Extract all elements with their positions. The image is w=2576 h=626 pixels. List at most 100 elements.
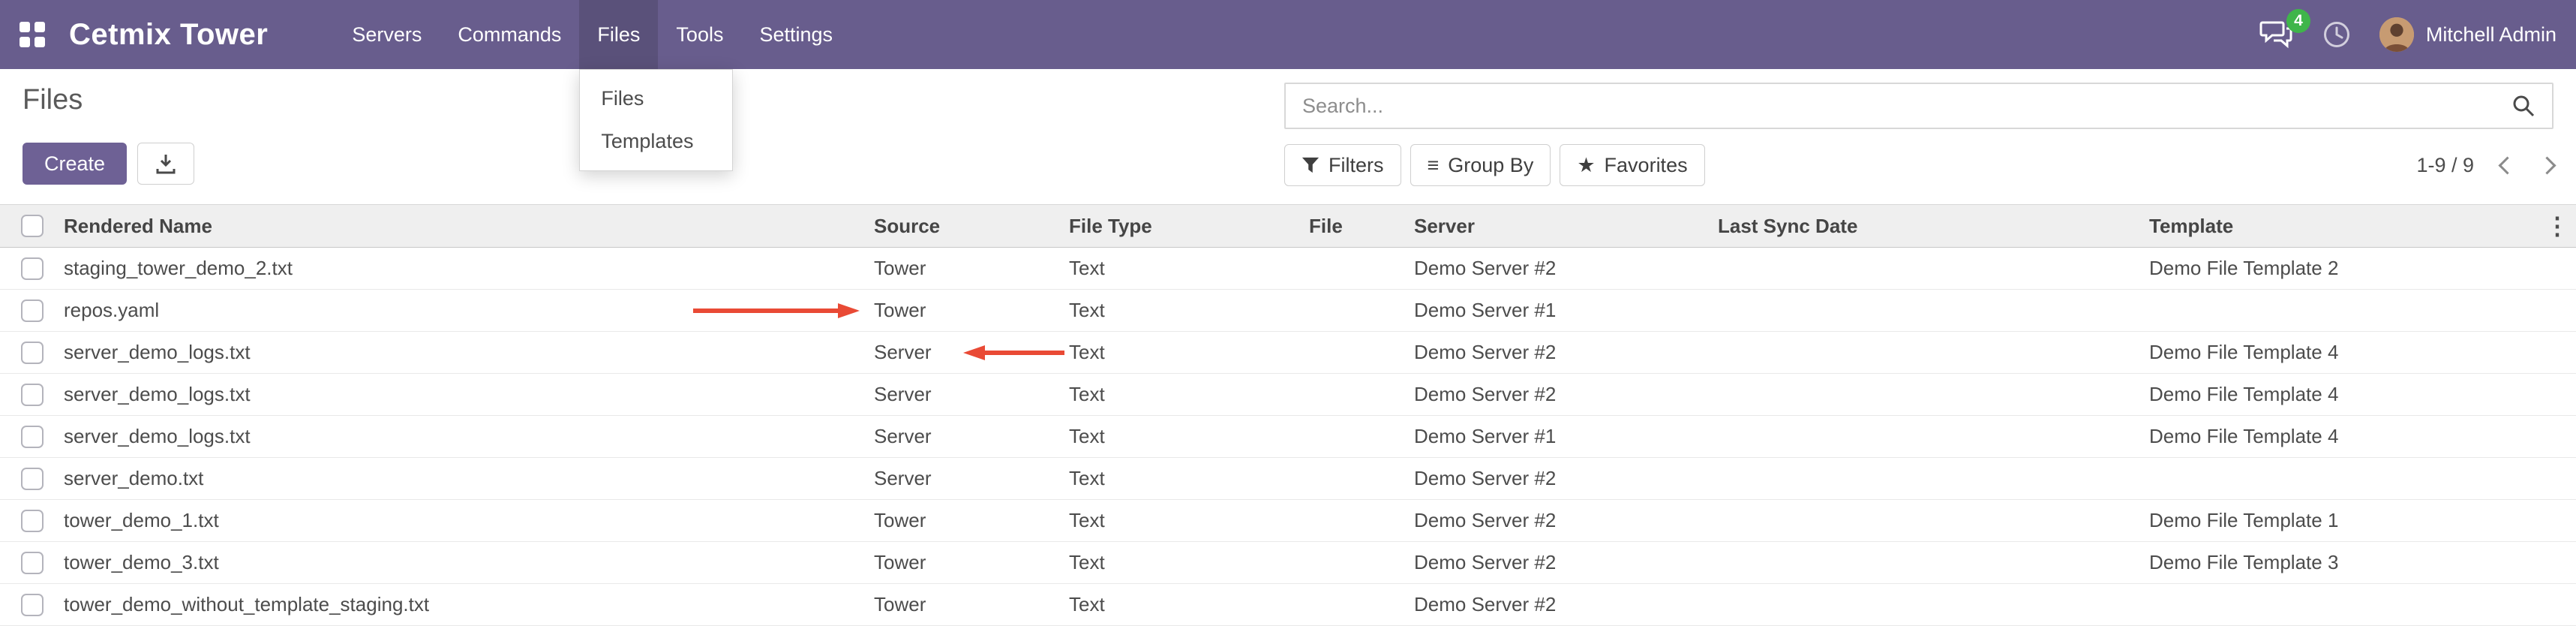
group-by-button[interactable]: ≡ Group By bbox=[1410, 144, 1551, 186]
search-input[interactable] bbox=[1286, 95, 2495, 118]
cell-rendered-name: staging_tower_demo_2.txt bbox=[64, 257, 874, 280]
table-row[interactable]: server_demo_logs.txt Server Text Demo Se… bbox=[0, 332, 2576, 374]
favorites-button[interactable]: ★ Favorites bbox=[1560, 144, 1704, 186]
cell-rendered-name: tower_demo_3.txt bbox=[64, 551, 874, 574]
row-checkbox[interactable] bbox=[21, 426, 44, 448]
table-body: staging_tower_demo_2.txt Tower Text Demo… bbox=[0, 248, 2576, 626]
column-header-last-sync-date[interactable]: Last Sync Date bbox=[1718, 215, 2149, 238]
cell-source: Tower bbox=[874, 257, 1069, 280]
table-row[interactable]: server_demo_logs.txt Server Text Demo Se… bbox=[0, 374, 2576, 416]
cell-source: Tower bbox=[874, 299, 1069, 322]
activities-button[interactable] bbox=[2322, 20, 2351, 49]
messages-button[interactable]: 4 bbox=[2259, 20, 2294, 50]
menu-item-tools[interactable]: Tools bbox=[658, 0, 741, 69]
row-checkbox-cell bbox=[0, 384, 64, 406]
user-menu[interactable]: Mitchell Admin bbox=[2379, 17, 2556, 52]
messages-count-badge: 4 bbox=[2286, 9, 2310, 33]
control-panel-right: Filters ≡ Group By ★ Favorites 1-9 / 9 bbox=[1284, 83, 2553, 204]
cell-file-type: Text bbox=[1069, 467, 1309, 490]
column-header-source[interactable]: Source bbox=[874, 215, 1069, 238]
menu-item-files[interactable]: Files Files Templates bbox=[579, 0, 658, 69]
files-table: Rendered Name Source File Type File Serv… bbox=[0, 204, 2576, 626]
menu-item-commands[interactable]: Commands bbox=[440, 0, 579, 69]
dropdown-item-files[interactable]: Files bbox=[580, 77, 732, 120]
annotation-arrow-right bbox=[690, 299, 861, 323]
cell-file-type: Text bbox=[1069, 299, 1309, 322]
column-header-template[interactable]: Template bbox=[2149, 215, 2538, 238]
table-header: Rendered Name Source File Type File Serv… bbox=[0, 204, 2576, 248]
cell-server: Demo Server #2 bbox=[1414, 509, 1718, 532]
table-row[interactable]: tower_demo_without_template_staging.txt … bbox=[0, 584, 2576, 626]
row-checkbox[interactable] bbox=[21, 342, 44, 364]
apps-grid-icon bbox=[20, 22, 45, 47]
star-icon: ★ bbox=[1577, 154, 1595, 177]
navbar-right-section: 4 Mitchell Admin bbox=[2259, 0, 2556, 69]
cell-source: Tower bbox=[874, 551, 1069, 574]
cell-file-type: Text bbox=[1069, 593, 1309, 616]
cell-rendered-name: server_demo_logs.txt bbox=[64, 341, 874, 364]
cell-server: Demo Server #2 bbox=[1414, 551, 1718, 574]
clock-icon bbox=[2322, 20, 2351, 49]
row-checkbox[interactable] bbox=[21, 552, 44, 574]
filter-icon bbox=[1302, 156, 1320, 174]
cell-template: Demo File Template 3 bbox=[2149, 551, 2576, 574]
row-checkbox[interactable] bbox=[21, 299, 44, 322]
table-row[interactable]: staging_tower_demo_2.txt Tower Text Demo… bbox=[0, 248, 2576, 290]
export-button[interactable] bbox=[137, 143, 194, 185]
search-submit[interactable] bbox=[2495, 94, 2552, 118]
files-list-page: Cetmix Tower Servers Commands Files File… bbox=[0, 0, 2576, 626]
apps-menu-button[interactable] bbox=[20, 0, 45, 69]
cell-rendered-name: server_demo_logs.txt bbox=[64, 383, 874, 406]
filters-button[interactable]: Filters bbox=[1284, 144, 1401, 186]
user-name: Mitchell Admin bbox=[2426, 23, 2556, 47]
row-checkbox-cell bbox=[0, 594, 64, 616]
cell-file-type: Text bbox=[1069, 341, 1309, 364]
cell-server: Demo Server #2 bbox=[1414, 383, 1718, 406]
cell-source: Server bbox=[874, 467, 1069, 490]
dropdown-item-templates[interactable]: Templates bbox=[580, 120, 732, 163]
row-checkbox[interactable] bbox=[21, 384, 44, 406]
column-options-button[interactable]: ⋮ bbox=[2538, 214, 2576, 238]
cell-template: Demo File Template 1 bbox=[2149, 509, 2576, 532]
cell-server: Demo Server #2 bbox=[1414, 467, 1718, 490]
files-dropdown-menu: Files Templates bbox=[579, 69, 733, 171]
cell-file-type: Text bbox=[1069, 383, 1309, 406]
row-checkbox[interactable] bbox=[21, 257, 44, 280]
cell-rendered-name: tower_demo_1.txt bbox=[64, 509, 874, 532]
select-all-checkbox[interactable] bbox=[21, 215, 44, 237]
column-header-server[interactable]: Server bbox=[1414, 215, 1718, 238]
table-row[interactable]: tower_demo_1.txt Tower Text Demo Server … bbox=[0, 500, 2576, 542]
column-header-rendered-name[interactable]: Rendered Name bbox=[64, 215, 874, 238]
select-all-cell bbox=[0, 215, 64, 237]
cell-template: Demo File Template 4 bbox=[2149, 383, 2576, 406]
column-header-file-type[interactable]: File Type bbox=[1069, 215, 1309, 238]
cell-rendered-name: server_demo_logs.txt bbox=[64, 425, 874, 448]
pager-next-button[interactable] bbox=[2538, 156, 2556, 174]
pager-previous-button[interactable] bbox=[2498, 156, 2516, 174]
avatar-image bbox=[2379, 17, 2414, 52]
brand-title: Cetmix Tower bbox=[69, 0, 268, 69]
cell-source: Server bbox=[874, 425, 1069, 448]
table-row[interactable]: tower_demo_3.txt Tower Text Demo Server … bbox=[0, 542, 2576, 584]
row-checkbox[interactable] bbox=[21, 468, 44, 490]
cell-template: Demo File Template 4 bbox=[2149, 425, 2576, 448]
cell-server: Demo Server #1 bbox=[1414, 299, 1718, 322]
row-checkbox[interactable] bbox=[21, 510, 44, 532]
cell-server: Demo Server #2 bbox=[1414, 257, 1718, 280]
create-button[interactable]: Create bbox=[23, 143, 127, 185]
annotation-arrow-left bbox=[962, 341, 1067, 365]
row-checkbox-cell bbox=[0, 257, 64, 280]
column-header-file[interactable]: File bbox=[1309, 215, 1414, 238]
menu-item-servers[interactable]: Servers bbox=[334, 0, 440, 69]
download-icon bbox=[155, 152, 177, 175]
pager: 1-9 / 9 bbox=[2416, 154, 2553, 177]
search-icon bbox=[2511, 94, 2535, 118]
cell-file-type: Text bbox=[1069, 425, 1309, 448]
table-row[interactable]: server_demo.txt Server Text Demo Server … bbox=[0, 458, 2576, 500]
cell-server: Demo Server #1 bbox=[1414, 425, 1718, 448]
row-checkbox[interactable] bbox=[21, 594, 44, 616]
menu-item-settings[interactable]: Settings bbox=[741, 0, 851, 69]
table-row[interactable]: repos.yaml Tower Text Demo Server #1 bbox=[0, 290, 2576, 332]
table-row[interactable]: server_demo_logs.txt Server Text Demo Se… bbox=[0, 416, 2576, 458]
user-avatar bbox=[2379, 17, 2414, 52]
